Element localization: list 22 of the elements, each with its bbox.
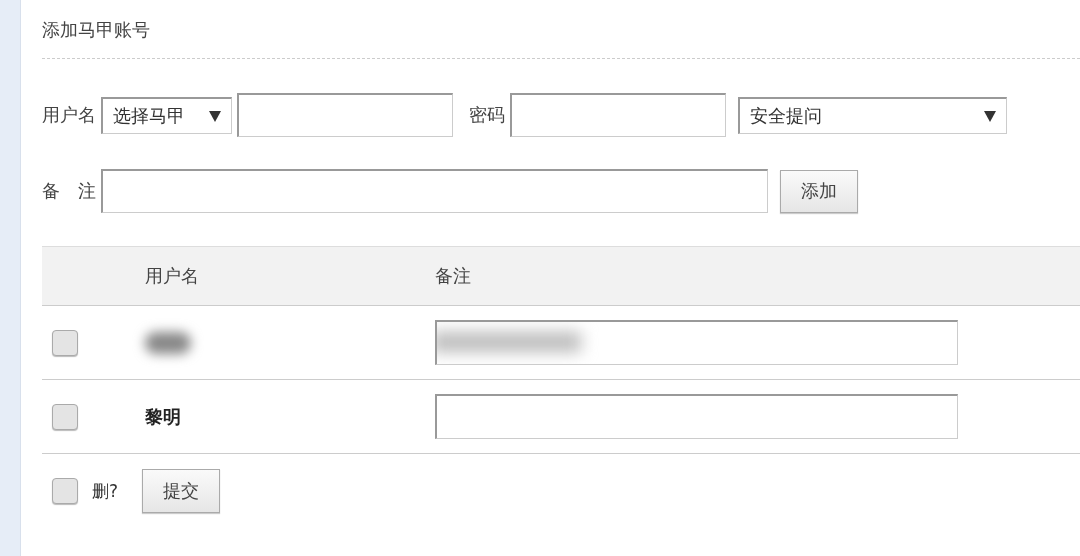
note-field[interactable] (435, 394, 958, 439)
note-field[interactable] (101, 169, 768, 213)
username-dropdown[interactable]: 选择马甲 (101, 96, 232, 134)
submit-button[interactable]: 提交 (142, 469, 221, 513)
field-label: 用户名 (42, 103, 96, 127)
add-button[interactable]: 添加 (780, 169, 858, 213)
password-field[interactable] (510, 93, 726, 137)
username: 黎明 (145, 405, 181, 427)
field-label: 备 注 (42, 179, 96, 203)
delete-label: 删? (92, 479, 119, 503)
question-dropdown[interactable]: 安全提问 (738, 96, 1007, 134)
checkbox[interactable] (52, 329, 78, 356)
column-header: 备注 (435, 264, 471, 288)
input-field[interactable] (237, 93, 453, 137)
checkbox[interactable] (52, 403, 78, 430)
field-label: 密码 (469, 103, 505, 127)
note-field[interactable] (435, 320, 958, 365)
section-title: 添加马甲账号 (42, 18, 150, 42)
caret-icon (209, 109, 221, 122)
checkbox[interactable] (52, 478, 78, 504)
caret-icon (984, 109, 996, 122)
column-header: 用户名 (145, 265, 199, 286)
